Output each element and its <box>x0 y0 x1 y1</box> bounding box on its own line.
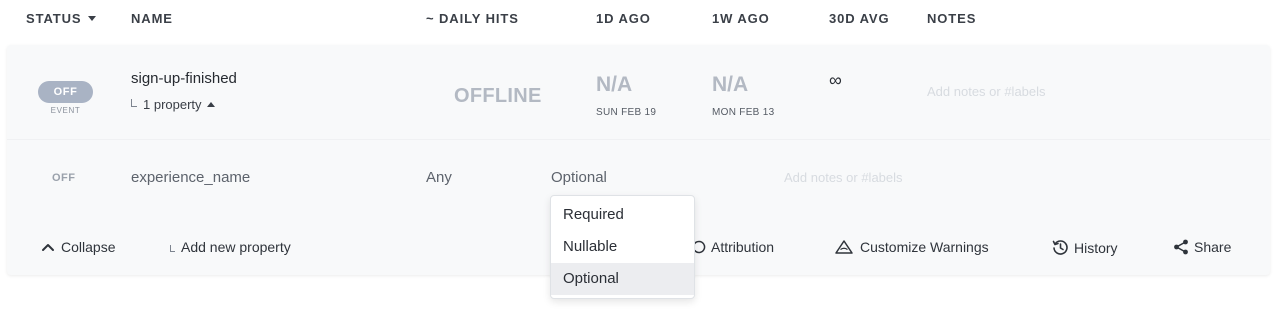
event-notes-input[interactable]: Add notes or #labels <box>927 84 1046 99</box>
property-count-label: 1 property <box>143 97 202 112</box>
column-header-status-label: STATUS <box>26 11 82 26</box>
one-day-ago-value: N/A <box>596 73 633 96</box>
attribution-label: Attribution <box>711 239 775 255</box>
thirty-day-avg-value: ∞ <box>829 70 842 90</box>
event-status-toggle[interactable]: OFF <box>38 81 93 103</box>
card-divider <box>7 139 1270 140</box>
collapse-label: Collapse <box>61 239 116 255</box>
dropdown-option-nullable[interactable]: Nullable <box>551 231 694 263</box>
caret-up-icon <box>206 102 215 107</box>
share-label: Share <box>1194 239 1232 255</box>
history-label: History <box>1074 239 1118 256</box>
history-button[interactable]: History <box>1052 239 1118 256</box>
event-type-label: EVENT <box>50 106 81 115</box>
property-count-toggle[interactable]: 1 property <box>131 97 215 112</box>
collapse-button[interactable]: Collapse <box>41 239 115 255</box>
share-icon <box>1174 239 1188 255</box>
column-header-daily-hits: ~ DAILY HITS <box>426 11 519 26</box>
one-week-ago-date: MON FEB 13 <box>712 107 775 118</box>
dropdown-option-optional[interactable]: Optional <box>551 263 694 295</box>
column-header-1w-ago: 1W AGO <box>712 11 770 26</box>
column-header-status[interactable]: STATUS <box>26 11 97 26</box>
history-clock-icon <box>1052 240 1068 255</box>
tree-elbow-icon <box>170 244 175 252</box>
property-requirement-select[interactable]: Optional <box>551 169 607 186</box>
customize-warnings-button[interactable]: Customize Warnings <box>834 239 989 255</box>
add-new-property-label: Add new property <box>181 239 291 255</box>
column-header-name: NAME <box>131 11 173 26</box>
dropdown-option-required[interactable]: Required <box>551 199 694 231</box>
one-day-ago-date: SUN FEB 19 <box>596 107 657 118</box>
one-week-ago-value: N/A <box>712 73 749 96</box>
daily-hits-value: OFFLINE <box>454 85 542 107</box>
share-button[interactable]: Share <box>1173 239 1231 255</box>
warning-triangle-icon <box>835 240 853 254</box>
property-name[interactable]: experience_name <box>131 169 250 186</box>
sort-caret-down-icon <box>88 16 97 21</box>
tree-elbow-icon <box>131 99 137 107</box>
property-status-toggle[interactable]: OFF <box>52 172 76 184</box>
requirement-dropdown-menu: Required Nullable Optional <box>550 195 695 299</box>
property-type[interactable]: Any <box>426 169 452 186</box>
column-header-1d-ago: 1D AGO <box>596 11 651 26</box>
add-new-property-button[interactable]: Add new property <box>170 239 291 255</box>
attribution-button[interactable]: Attribution <box>692 239 774 255</box>
property-notes-input[interactable]: Add notes or #labels <box>784 170 903 185</box>
column-header-notes: NOTES <box>927 11 977 26</box>
customize-warnings-label: Customize Warnings <box>860 239 989 255</box>
column-header-30d-avg: 30D AVG <box>829 11 890 26</box>
chevron-up-icon <box>42 244 54 251</box>
event-name[interactable]: sign-up-finished <box>131 70 237 87</box>
